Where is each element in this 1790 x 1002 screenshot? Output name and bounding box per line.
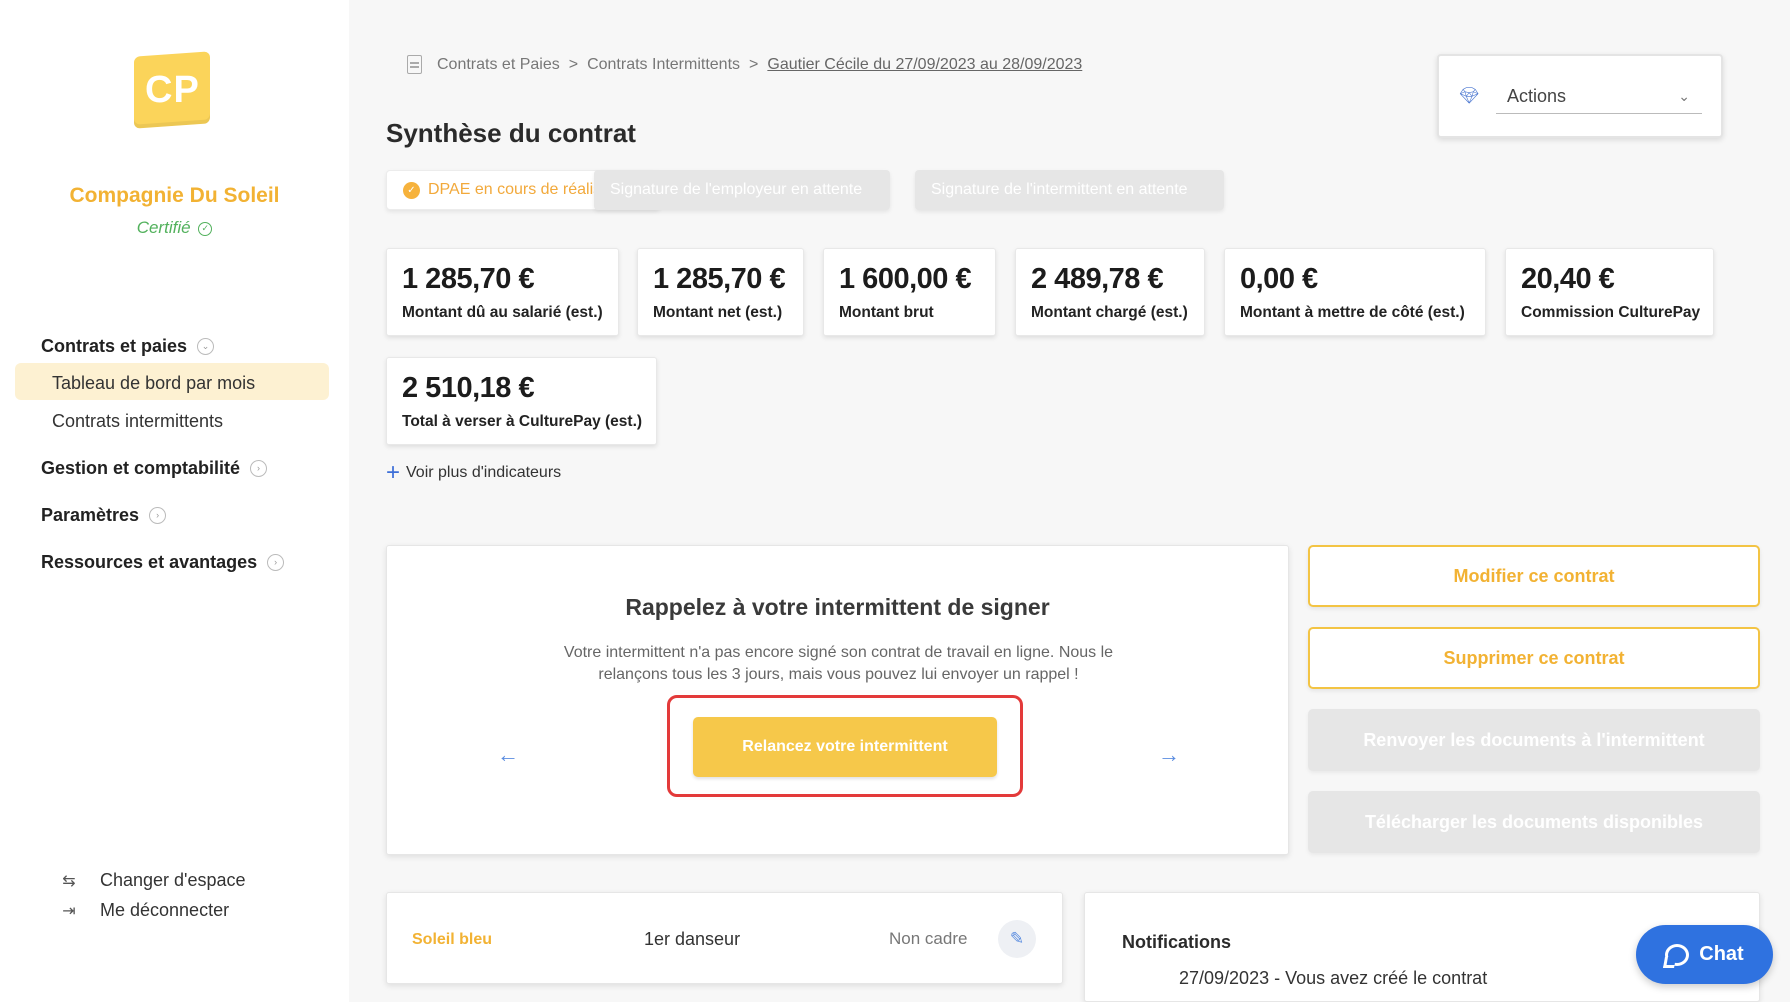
chevron-right-icon: ›	[250, 460, 268, 477]
switch-space-link[interactable]: ⇆ Changer d'espace	[58, 870, 246, 891]
remind-intermittent-button[interactable]: Relancez votre intermittent	[693, 717, 997, 777]
chevron-right-icon: ›	[267, 554, 285, 571]
nav-section-label: Contrats et paies	[41, 336, 188, 356]
status-intermittent-signature: Signature de l'intermittent en attente	[915, 170, 1224, 210]
reminder-text: Votre intermittent n'a pas encore signé …	[563, 644, 1114, 683]
employee-status: Non cadre	[889, 929, 968, 948]
chat-button[interactable]: Chat	[1636, 925, 1773, 984]
nav-item-intermittent-contracts[interactable]: Contrats intermittents	[52, 411, 223, 432]
nav-section-label: Paramètres	[41, 505, 140, 525]
chat-bubble-icon	[1665, 943, 1690, 966]
resend-documents-button[interactable]: Renvoyer les documents à l'intermittent	[1308, 709, 1760, 771]
breadcrumb-item-current[interactable]: Gautier Cécile du 27/09/2023 au 28/09/20…	[767, 56, 1082, 74]
indicator-amount: 20,40 €	[1521, 263, 1615, 295]
edit-pencil-icon[interactable]: ✎	[998, 920, 1036, 958]
page-title: Synthèse du contrat	[386, 118, 636, 148]
indicator-amount: 2 489,78 €	[1031, 263, 1164, 295]
logo-text: CP	[144, 68, 200, 111]
arrow-left-icon[interactable]: ←	[497, 742, 519, 768]
indicator-card: 1 600,00 € Montant brut	[823, 248, 996, 336]
chevron-down-icon: ⌄	[1678, 88, 1690, 104]
check-circle-icon: ✓	[403, 181, 420, 199]
actions-panel: 💎︎ Actions ⌄	[1437, 54, 1723, 138]
actions-label: Actions	[1507, 86, 1567, 106]
indicator-amount: 2 510,18 €	[402, 372, 535, 404]
indicator-amount: 1 285,70 €	[402, 263, 535, 295]
reminder-title: Rappelez à votre intermittent de signer	[625, 594, 1050, 620]
indicator-label: Montant chargé (est.)	[1031, 304, 1188, 321]
more-indicators-label: Voir plus d'indicateurs	[406, 464, 562, 481]
nav-section-settings[interactable]: Paramètres ›	[41, 505, 167, 526]
nav-section-label: Gestion et comptabilité	[41, 458, 241, 478]
breadcrumb-item-contracts[interactable]: Contrats et Paies	[437, 56, 560, 74]
role-card: Soleil bleu 1er danseur Non cadre ✎	[386, 892, 1063, 984]
breadcrumb-separator: >	[749, 55, 759, 73]
nav-section-contracts[interactable]: Contrats et paies ⌄	[41, 336, 215, 357]
switch-space-label: Changer d'espace	[100, 870, 246, 890]
indicator-card: 2 489,78 € Montant chargé (est.)	[1015, 248, 1205, 336]
indicator-label: Commission CulturePay	[1521, 304, 1701, 321]
indicator-card: 2 510,18 € Total à verser à CulturePay (e…	[386, 357, 657, 445]
indicator-amount: 0,00 €	[1240, 263, 1318, 295]
nav-item-dashboard[interactable]: Tableau de bord par mois	[52, 373, 255, 394]
logout-icon: ⇥	[62, 902, 76, 920]
company-logo: CP	[134, 51, 210, 129]
breadcrumb: Contrats et Paies > Contrats Intermitten…	[407, 55, 1082, 74]
notification-item: 27/09/2023 - Vous avez créé le contrat	[1179, 968, 1488, 988]
certified-badge: Certifié ✓	[0, 218, 349, 238]
more-indicators-link[interactable]: + Voir plus d'indicateurs	[386, 459, 562, 486]
indicator-label: Total à verser à CulturePay (est.)	[402, 413, 643, 430]
indicator-label: Montant brut	[839, 304, 934, 321]
arrow-right-icon[interactable]: →	[1158, 742, 1180, 768]
nav-section-resources[interactable]: Ressources et avantages ›	[41, 552, 285, 573]
company-name: Compagnie Du Soleil	[69, 184, 280, 207]
indicator-card: 0,00 € Montant à mettre de côté (est.)	[1224, 248, 1486, 336]
download-documents-button[interactable]: Télécharger les documents disponibles	[1308, 791, 1760, 853]
chevron-right-icon: ›	[149, 507, 167, 524]
delete-contract-button[interactable]: Supprimer ce contrat	[1308, 627, 1760, 689]
diamond-icon: 💎︎	[1459, 88, 1480, 105]
indicator-label: Montant à mettre de côté (est.)	[1240, 304, 1465, 321]
project-name: Soleil bleu	[412, 931, 493, 948]
indicator-card: 20,40 € Commission CulturePay	[1505, 248, 1714, 336]
check-circle-icon: ✓	[198, 221, 213, 236]
position-name: 1er danseur	[644, 929, 741, 949]
swap-arrows-icon: ⇆	[62, 872, 76, 890]
indicator-card: 1 285,70 € Montant net (est.)	[637, 248, 804, 336]
nav-section-label: Ressources et avantages	[41, 552, 258, 572]
indicator-amount: 1 285,70 €	[653, 263, 786, 295]
indicator-label: Montant dû au salarié (est.)	[402, 304, 603, 321]
document-icon	[407, 55, 422, 74]
indicator-card: 1 285,70 € Montant dû au salarié (est.)	[386, 248, 619, 336]
chat-label: Chat	[1699, 943, 1744, 965]
notifications-title: Notifications	[1122, 932, 1232, 952]
logout-label: Me déconnecter	[100, 900, 230, 920]
plus-icon: +	[386, 459, 401, 486]
indicator-amount: 1 600,00 €	[839, 263, 972, 295]
status-employer-signature: Signature de l'employeur en attente	[594, 170, 890, 210]
actions-dropdown[interactable]: Actions ⌄	[1496, 84, 1702, 114]
breadcrumb-separator: >	[568, 55, 579, 73]
breadcrumb-item-intermittent[interactable]: Contrats Intermittents	[587, 56, 740, 74]
sidebar: CP Compagnie Du Soleil Certifié ✓ Contra…	[0, 0, 349, 1002]
nav-section-management[interactable]: Gestion et comptabilité ›	[41, 458, 268, 479]
indicator-label: Montant net (est.)	[653, 304, 783, 321]
logout-link[interactable]: ⇥ Me déconnecter	[58, 900, 229, 921]
main-content: Contrats et Paies > Contrats Intermitten…	[349, 0, 1790, 1002]
modify-contract-button[interactable]: Modifier ce contrat	[1308, 545, 1760, 607]
chevron-down-icon: ⌄	[197, 338, 215, 355]
reminder-panel: Rappelez à votre intermittent de signer …	[386, 545, 1289, 855]
certified-label: Certifié	[136, 218, 191, 237]
